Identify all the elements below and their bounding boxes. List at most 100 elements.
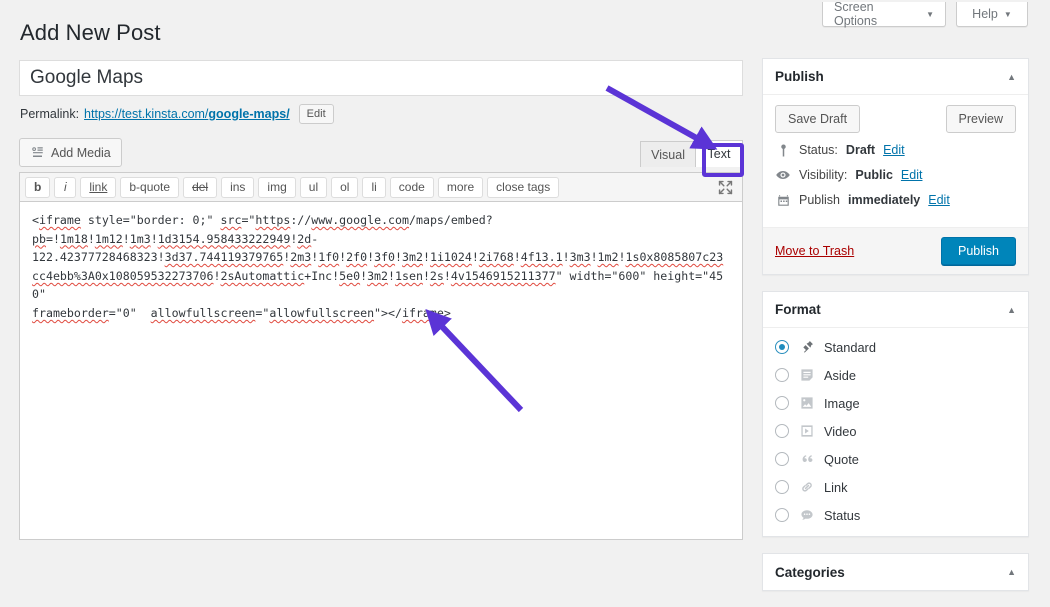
quicktag-ol[interactable]: ol — [331, 176, 359, 198]
quicktag-li[interactable]: li — [362, 176, 386, 198]
chevron-down-icon: ▼ — [926, 10, 934, 19]
aside-icon — [798, 367, 815, 384]
chevron-up-icon[interactable]: ▲ — [1007, 305, 1016, 315]
permalink-slug: google-maps/ — [208, 107, 290, 121]
format-option-image[interactable]: Image — [775, 394, 1016, 412]
media-icon — [30, 145, 45, 160]
post-title-input[interactable]: Google Maps — [19, 60, 743, 96]
quicktag-close-tags[interactable]: close tags — [487, 176, 560, 198]
publish-panel-header[interactable]: Publish ▲ — [763, 59, 1028, 95]
publish-panel-title: Publish — [775, 69, 824, 84]
format-option-quote[interactable]: Quote — [775, 450, 1016, 468]
link-icon — [798, 479, 815, 496]
permalink-link[interactable]: https://test.kinsta.com/google-maps/ — [84, 107, 290, 121]
schedule-row: Publish immediately Edit — [775, 192, 1016, 208]
publish-action-row: Save Draft Preview — [775, 105, 1016, 133]
visibility-value: Public — [855, 168, 893, 182]
format-panel: Format ▲ Standard Aside Image Video Quot… — [762, 291, 1029, 537]
publish-button[interactable]: Publish — [941, 237, 1016, 265]
format-label-video: Video — [824, 423, 857, 439]
publish-panel: Publish ▲ Save Draft Preview Status: Dra… — [762, 58, 1029, 275]
radio-video[interactable] — [775, 424, 789, 438]
post-title-value: Google Maps — [30, 67, 144, 88]
permalink-base: https://test.kinsta.com/ — [84, 107, 209, 121]
move-to-trash-link[interactable]: Move to Trash — [775, 244, 854, 258]
quicktag-ul[interactable]: ul — [299, 176, 328, 198]
format-label-status: Status — [824, 507, 861, 523]
radio-standard[interactable] — [775, 340, 789, 354]
categories-panel: Categories ▲ — [762, 553, 1029, 591]
pin-icon — [775, 142, 791, 158]
quicktag-i[interactable]: i — [54, 176, 77, 198]
categories-panel-title: Categories — [775, 564, 845, 580]
format-label-standard: Standard — [824, 339, 876, 355]
format-options-list: Standard Aside Image Video Quote Link St… — [763, 328, 1028, 536]
tab-visual[interactable]: Visual — [640, 141, 695, 167]
pin-icon — [798, 339, 815, 356]
visibility-row: Visibility: Public Edit — [775, 167, 1016, 183]
video-icon — [798, 423, 815, 440]
radio-image[interactable] — [775, 396, 789, 410]
permalink-edit-button[interactable]: Edit — [298, 104, 334, 124]
preview-button[interactable]: Preview — [945, 105, 1016, 133]
add-media-label: Add Media — [51, 145, 111, 160]
status-value: Draft — [845, 143, 876, 157]
quicktag-ins[interactable]: ins — [221, 176, 255, 198]
format-label-image: Image — [824, 395, 860, 411]
format-option-aside[interactable]: Aside — [775, 366, 1016, 384]
format-panel-header[interactable]: Format ▲ — [763, 292, 1028, 328]
quote-icon — [798, 451, 815, 468]
format-option-standard[interactable]: Standard — [775, 338, 1016, 356]
quicktag-b-quote[interactable]: b-quote — [120, 176, 180, 198]
help-label: Help — [972, 7, 998, 21]
radio-link[interactable] — [775, 480, 789, 494]
visibility-edit-link[interactable]: Edit — [901, 168, 923, 182]
expand-arrows-icon[interactable] — [717, 179, 734, 196]
chevron-up-icon[interactable]: ▲ — [1007, 72, 1016, 82]
format-option-status[interactable]: Status — [775, 506, 1016, 524]
tab-text[interactable]: Text — [695, 140, 743, 167]
save-draft-button[interactable]: Save Draft — [775, 105, 861, 133]
arrow-to-text-tab — [605, 85, 718, 150]
status-icon — [798, 507, 815, 524]
calendar-icon — [775, 192, 791, 208]
radio-aside[interactable] — [775, 368, 789, 382]
format-option-link[interactable]: Link — [775, 478, 1016, 496]
format-label-link: Link — [824, 479, 848, 495]
quicktag-b[interactable]: b — [25, 176, 51, 198]
quicktags-toolbar: b i link b-quote del ins img ul ol li co… — [19, 172, 743, 202]
status-edit-link[interactable]: Edit — [883, 143, 905, 157]
status-label: Status: — [799, 143, 838, 157]
quicktag-more[interactable]: more — [437, 176, 484, 198]
post-content-textarea[interactable]: <iframe style="border: 0;" src="https://… — [19, 202, 743, 540]
help-button[interactable]: Help ▼ — [956, 2, 1028, 27]
permalink-row: Permalink: https://test.kinsta.com/googl… — [20, 104, 334, 124]
format-label-aside: Aside — [824, 367, 857, 383]
schedule-label: Publish — [799, 193, 840, 207]
quicktag-del[interactable]: del — [183, 176, 218, 198]
radio-quote[interactable] — [775, 452, 789, 466]
format-panel-title: Format — [775, 302, 821, 317]
radio-status[interactable] — [775, 508, 789, 522]
image-icon — [798, 395, 815, 412]
post-content-code: <iframe style="border: 0;" src="https://… — [32, 213, 724, 320]
categories-panel-header[interactable]: Categories ▲ — [763, 554, 1028, 590]
quicktag-link[interactable]: link — [80, 176, 117, 198]
status-row: Status: Draft Edit — [775, 142, 1016, 158]
add-media-button[interactable]: Add Media — [19, 138, 122, 167]
editor-top-row: Add Media Visual Text — [19, 138, 743, 172]
quicktag-img[interactable]: img — [258, 176, 296, 198]
format-label-quote: Quote — [824, 451, 859, 467]
permalink-label: Permalink: — [20, 107, 80, 121]
screen-options-button[interactable]: Screen Options ▼ — [822, 0, 946, 28]
chevron-down-icon: ▼ — [1003, 10, 1012, 19]
schedule-edit-link[interactable]: Edit — [928, 193, 950, 207]
page-title: Add New Post — [20, 20, 161, 45]
visibility-label: Visibility: — [799, 168, 848, 182]
post-editor: Add Media Visual Text b i link b-quote d… — [19, 138, 743, 540]
chevron-up-icon[interactable]: ▲ — [1007, 567, 1016, 577]
editor-mode-tabs: Visual Text — [640, 140, 743, 167]
editor-sidebar: Publish ▲ Save Draft Preview Status: Dra… — [762, 58, 1029, 607]
format-option-video[interactable]: Video — [775, 422, 1016, 440]
quicktag-code[interactable]: code — [389, 176, 434, 198]
